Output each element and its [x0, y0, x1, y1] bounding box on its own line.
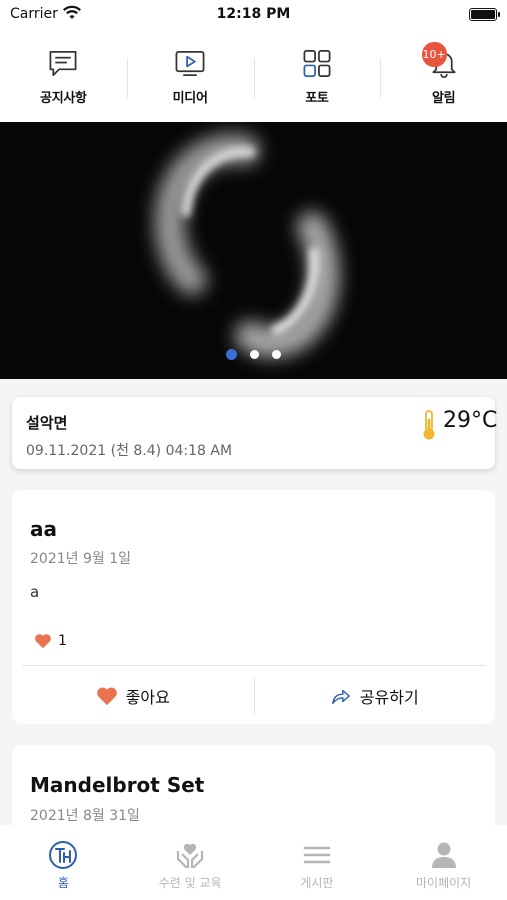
battery-icon: [469, 8, 500, 21]
weather-datetime: 09.11.2021 (천 8.4) 04:18 AM: [26, 443, 233, 459]
heart-icon: [35, 634, 51, 649]
tab-training[interactable]: 수련 및 교육: [127, 825, 254, 900]
tab-board-label: 게시판: [300, 876, 334, 890]
share-button-label: 공유하기: [359, 688, 419, 707]
tab-mypage-label: 마이페이지: [416, 876, 472, 890]
home-logo-icon: [49, 841, 78, 869]
clock: 12:18 PM: [216, 6, 291, 22]
like-button-label: 좋아요: [125, 688, 170, 707]
post-card[interactable]: Mandelbrot Set 2021년 8월 31일: [12, 745, 495, 825]
post-like-count: 1: [34, 633, 67, 649]
tab-board[interactable]: 게시판: [254, 825, 381, 900]
banner-carousel[interactable]: [0, 122, 507, 379]
post-date: 2021년 8월 31일: [30, 808, 140, 824]
status-bar: Carrier 12:18 PM: [0, 0, 507, 30]
nav-notice[interactable]: 공지사항: [0, 46, 127, 106]
banner-image: [0, 122, 507, 379]
photo-grid-icon: [303, 50, 331, 77]
tab-home[interactable]: 홈: [0, 825, 127, 900]
weather-card: 설악면 09.11.2021 (천 8.4) 04:18 AM 29°C: [12, 397, 498, 469]
top-nav: 공지사항 미디어 포토 10+ 알림: [0, 30, 507, 122]
nav-photo-label: 포토: [305, 91, 329, 106]
menu-lines-icon: [303, 846, 331, 864]
nav-photo[interactable]: 포토: [253, 46, 381, 106]
tab-training-label: 수련 및 교육: [158, 876, 222, 890]
carousel-dot-3[interactable]: [272, 350, 282, 359]
post-title: aa: [30, 517, 57, 541]
share-icon: [331, 689, 350, 704]
nav-media[interactable]: 미디어: [126, 46, 254, 106]
post-card[interactable]: aa 2021년 9월 1일 a 1 좋아요 공유하기: [12, 490, 495, 724]
tab-home-label: 홈: [57, 876, 69, 890]
nav-notice-label: 공지사항: [40, 91, 87, 106]
notice-icon: [49, 51, 77, 76]
nav-media-label: 미디어: [172, 91, 208, 106]
share-button[interactable]: 공유하기: [253, 676, 496, 716]
heart-hands-icon: [177, 843, 204, 869]
post-title: Mandelbrot Set: [30, 773, 205, 797]
post-actions: 좋아요 공유하기: [12, 676, 495, 716]
post-date: 2021년 9월 1일: [30, 551, 131, 567]
heart-icon: [96, 687, 117, 706]
carousel-dots[interactable]: [0, 344, 507, 363]
media-icon: [175, 51, 205, 76]
person-icon: [431, 842, 456, 868]
carousel-dot-1[interactable]: [225, 349, 237, 360]
bottom-tab-bar: 홈 수련 및 교육 게시판 마이페이지: [0, 825, 507, 900]
post-body: a: [30, 583, 40, 601]
carousel-dot-2[interactable]: [250, 350, 259, 359]
like-count-value: 1: [58, 633, 67, 649]
post-divider: [22, 665, 485, 666]
tab-mypage[interactable]: 마이페이지: [380, 825, 507, 900]
alarm-badge: 10+: [421, 42, 447, 67]
weather-location: 설악면: [26, 414, 68, 432]
weather-temperature: 29°C: [443, 408, 498, 433]
thermometer-icon: [423, 410, 435, 440]
like-button[interactable]: 좋아요: [12, 676, 254, 716]
nav-alarm[interactable]: 10+ 알림: [380, 42, 507, 106]
nav-alarm-label: 알림: [431, 91, 456, 106]
